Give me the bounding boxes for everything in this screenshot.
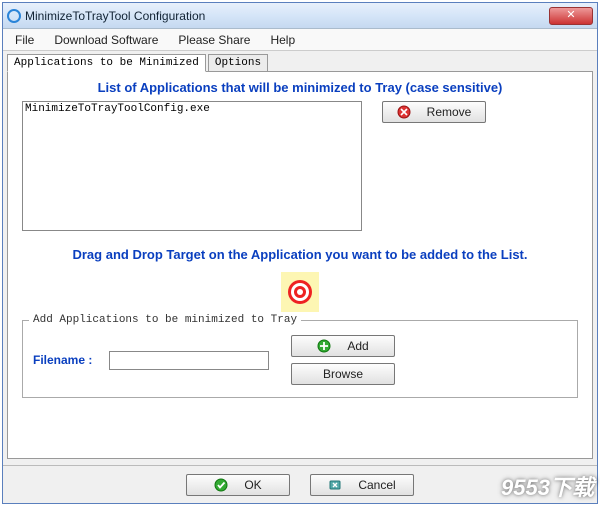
- remove-button[interactable]: Remove: [382, 101, 486, 123]
- app-icon: [7, 9, 21, 23]
- window-title: MinimizeToTrayTool Configuration: [25, 9, 549, 23]
- cancel-button-label: Cancel: [358, 478, 395, 492]
- remove-button-label: Remove: [427, 105, 472, 119]
- browse-button[interactable]: Browse: [291, 363, 395, 385]
- app-listbox[interactable]: MinimizeToTrayToolConfig.exe: [22, 101, 362, 231]
- menubar: File Download Software Please Share Help: [3, 29, 597, 51]
- menu-help[interactable]: Help: [260, 30, 305, 50]
- remove-icon: [397, 105, 411, 119]
- menu-download-software[interactable]: Download Software: [44, 30, 168, 50]
- list-heading: List of Applications that will be minimi…: [22, 80, 578, 95]
- footer-bar: OK Cancel: [3, 465, 597, 503]
- tabstrip: Applications to be Minimized Options: [7, 54, 593, 72]
- add-button[interactable]: Add: [291, 335, 395, 357]
- browse-button-label: Browse: [323, 367, 363, 381]
- add-icon: [317, 339, 331, 353]
- ok-button[interactable]: OK: [186, 474, 290, 496]
- menu-file[interactable]: File: [5, 30, 44, 50]
- titlebar: MinimizeToTrayTool Configuration ✕: [3, 3, 597, 29]
- content-area: Applications to be Minimized Options Lis…: [3, 51, 597, 465]
- tab-options[interactable]: Options: [208, 54, 268, 72]
- tab-applications[interactable]: Applications to be Minimized: [7, 54, 206, 72]
- drag-target-icon[interactable]: [281, 272, 319, 312]
- group-legend: Add Applications to be minimized to Tray: [29, 314, 301, 326]
- ok-button-label: OK: [244, 478, 261, 492]
- filename-input[interactable]: [109, 351, 269, 370]
- check-icon: [214, 478, 228, 492]
- tab-panel-applications: List of Applications that will be minimi…: [7, 71, 593, 459]
- add-apps-group: Add Applications to be minimized to Tray…: [22, 320, 578, 398]
- close-button[interactable]: ✕: [549, 7, 593, 25]
- menu-please-share[interactable]: Please Share: [168, 30, 260, 50]
- filename-label: Filename :: [33, 353, 101, 367]
- cancel-button[interactable]: Cancel: [310, 474, 414, 496]
- application-window: MinimizeToTrayTool Configuration ✕ File …: [2, 2, 598, 504]
- cancel-icon: [328, 478, 342, 492]
- list-row: MinimizeToTrayToolConfig.exe Remove: [22, 101, 578, 231]
- drag-heading: Drag and Drop Target on the Application …: [22, 247, 578, 262]
- add-button-label: Add: [347, 339, 368, 353]
- list-item[interactable]: MinimizeToTrayToolConfig.exe: [25, 103, 359, 115]
